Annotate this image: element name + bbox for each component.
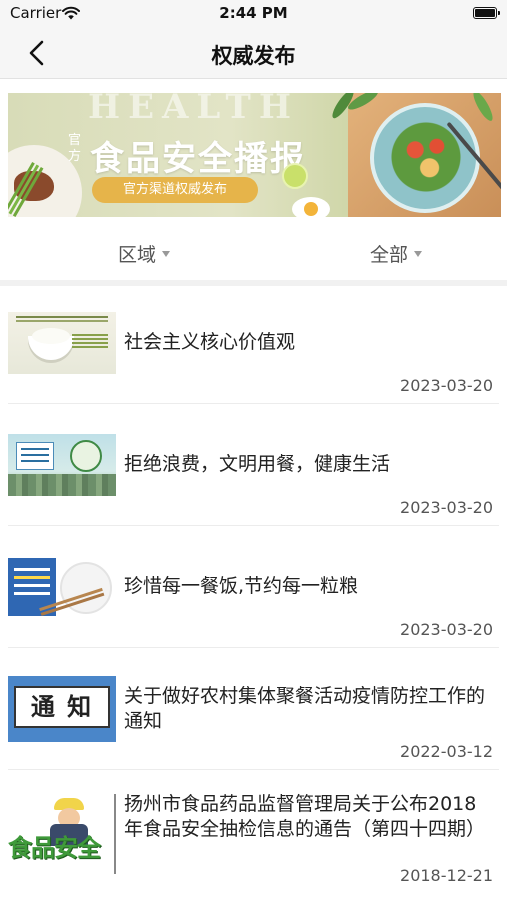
category-filter-label: 全部: [370, 244, 409, 266]
article-thumbnail: 通 知: [8, 676, 116, 742]
page-title: 权威发布: [211, 44, 296, 68]
article-title: 社会主义核心价值观: [124, 331, 296, 353]
thumbnail-text-lines: [72, 334, 108, 336]
article-date: 2023-03-20: [400, 498, 493, 517]
status-bar: Carrier 2:44 PM: [0, 0, 507, 28]
food-safety-thumbnail-text: 食品安全: [8, 834, 101, 862]
lime-image: [282, 163, 308, 189]
filter-bar: 区域 全部: [0, 226, 507, 280]
slogan-box: [16, 442, 54, 470]
banner-title: 食品安全播报: [90, 139, 306, 179]
rice-image: [32, 328, 70, 344]
category-filter-dropdown[interactable]: 全部: [370, 240, 423, 267]
empty-plate-image: [60, 562, 112, 614]
list-separator: [8, 525, 499, 526]
article-thumbnail: 食品安全: [8, 794, 116, 874]
article-title: 拒绝浪费，文明用餐，健康生活: [124, 453, 391, 475]
article-thumbnail: [8, 558, 116, 616]
list-item[interactable]: 珍惜每一餐饭,节约每一粒粮 2023-03-20: [0, 530, 507, 648]
article-thumbnail: [8, 434, 116, 496]
list-item[interactable]: 食品安全 扬州市食品药品监督管理局关于公布2018年食品安全抽检信息的通告（第四…: [0, 774, 507, 898]
caret-down-icon: [414, 250, 423, 257]
city-skyline-image: [8, 474, 116, 496]
article-title: 关于做好农村集体聚餐活动疫情防控工作的通知: [124, 685, 486, 732]
list-separator: [8, 769, 499, 770]
article-date: 2018-12-21: [400, 866, 493, 885]
egg-image: [292, 197, 330, 217]
article-title: 珍惜每一餐饭,节约每一粒粮: [124, 575, 359, 597]
navigation-bar: 权威发布: [0, 28, 507, 79]
status-time: 2:44 PM: [219, 4, 288, 22]
article-date: 2023-03-20: [400, 620, 493, 639]
battery-icon: [473, 7, 500, 19]
seal-icon: [70, 440, 102, 472]
list-separator: [8, 647, 499, 648]
notice-thumbnail-text: 通 知: [14, 686, 110, 728]
banner-subtitle: 官方渠道权威发布: [92, 177, 258, 203]
thumbnail-divider: [114, 794, 116, 874]
banner-badge: 官方: [68, 133, 82, 164]
article-date: 2023-03-20: [400, 376, 493, 395]
salad-image: [390, 121, 462, 193]
list-item[interactable]: 社会主义核心价值观 2023-03-20: [0, 286, 507, 404]
caret-down-icon: [162, 250, 171, 257]
article-thumbnail: [8, 312, 116, 374]
article-date: 2022-03-12: [400, 742, 493, 761]
list-item[interactable]: 拒绝浪费，文明用餐，健康生活 2023-03-20: [0, 408, 507, 526]
thumbnail-text-lines: [16, 316, 108, 318]
food-safety-banner[interactable]: HEALTH 官方 食品安全播报 官方渠道权威发布: [8, 93, 501, 217]
article-title: 扬州市食品药品监督管理局关于公布2018年食品安全抽检信息的通告（第四十四期）: [124, 793, 486, 840]
region-filter-label: 区域: [118, 244, 157, 266]
list-separator: [8, 403, 499, 404]
banner-watermark: HEALTH: [88, 93, 299, 127]
list-item[interactable]: 通 知 关于做好农村集体聚餐活动疫情防控工作的通知 2022-03-12: [0, 652, 507, 770]
region-filter-dropdown[interactable]: 区域: [118, 240, 171, 267]
